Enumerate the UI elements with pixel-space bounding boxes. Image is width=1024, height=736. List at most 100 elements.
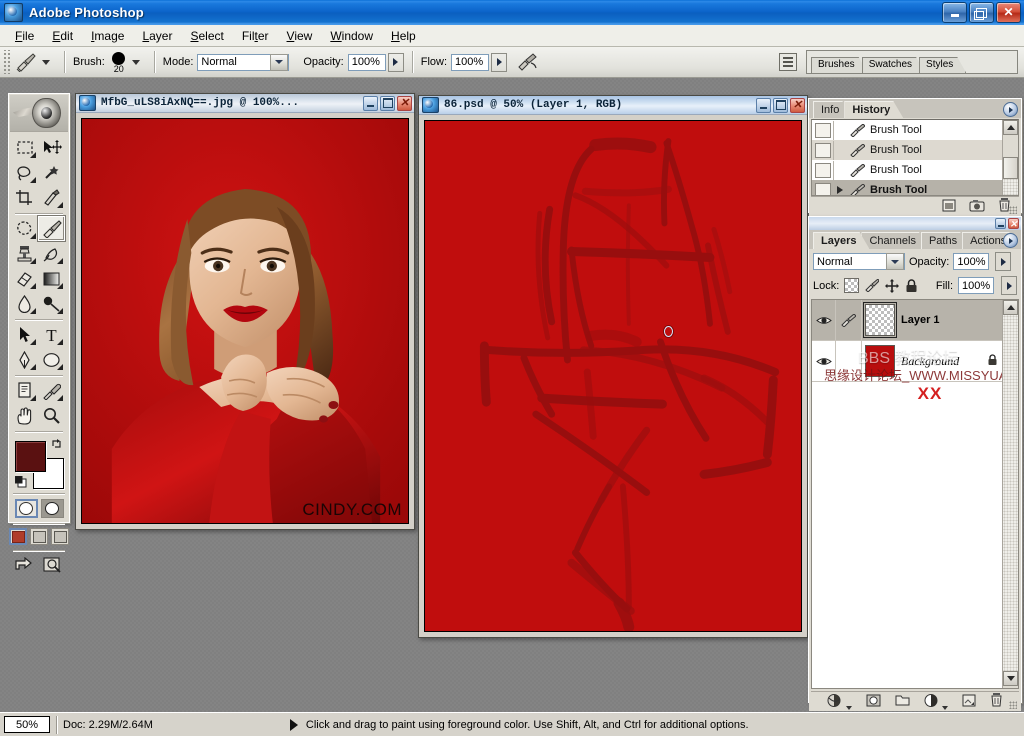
magic-wand-tool-icon[interactable] xyxy=(38,160,65,185)
canvas-frame-photo[interactable]: CINDY.COM xyxy=(81,118,409,524)
document-maximize-button-psd[interactable] xyxy=(773,97,788,113)
minimize-button[interactable] xyxy=(942,2,967,23)
menu-select[interactable]: Select xyxy=(181,27,232,45)
history-scrollbar[interactable] xyxy=(1002,120,1018,195)
close-button[interactable]: ✕ xyxy=(996,2,1021,23)
opacity-input[interactable]: 100% xyxy=(347,53,386,71)
zoom-level-input[interactable]: 50% xyxy=(4,716,50,733)
menu-edit[interactable]: Edit xyxy=(43,27,82,45)
layers-palette-minimize-button[interactable] xyxy=(995,218,1006,229)
layers-palette-menu-icon[interactable] xyxy=(1003,233,1018,248)
notes-tool-icon[interactable] xyxy=(11,378,38,403)
file-browser-icon[interactable] xyxy=(779,53,797,71)
layer-visibility-toggle[interactable] xyxy=(812,300,836,340)
layer-opacity-input[interactable]: 100% xyxy=(953,253,990,270)
hand-tool-icon[interactable] xyxy=(11,403,38,428)
tab-layers[interactable]: Layers xyxy=(813,232,869,249)
document-close-button[interactable]: ✕ xyxy=(397,95,412,111)
history-item[interactable]: Brush Tool xyxy=(812,160,1018,180)
palette-resize-grip[interactable] xyxy=(1009,206,1017,214)
canvas-frame-psd[interactable] xyxy=(424,120,802,632)
shape-tool-icon[interactable] xyxy=(38,347,65,372)
menu-image[interactable]: Image xyxy=(82,27,133,45)
menu-filter[interactable]: Filter xyxy=(233,27,278,45)
layer-style-icon[interactable] xyxy=(827,693,852,710)
history-state-list[interactable]: Brush Tool Brush Tool Brush Tool Brush T… xyxy=(811,119,1019,196)
healing-brush-tool-icon[interactable] xyxy=(11,216,38,241)
well-tab-swatches[interactable]: Swatches xyxy=(862,57,925,73)
full-screen-icon[interactable] xyxy=(51,528,69,545)
new-snapshot-icon[interactable] xyxy=(969,199,985,215)
history-item-current[interactable]: Brush Tool xyxy=(812,180,1018,195)
status-menu-arrow-icon[interactable] xyxy=(289,718,298,731)
blend-mode-select[interactable]: Normal xyxy=(197,53,290,71)
path-selection-tool-icon[interactable] xyxy=(11,322,38,347)
layer-row-background[interactable]: Background xyxy=(812,341,1018,382)
layer-link-cell-background[interactable] xyxy=(836,341,862,381)
layer-fill-slider-arrow-icon[interactable] xyxy=(1001,276,1017,295)
layer-blend-mode-select[interactable]: Normal xyxy=(813,253,905,270)
history-item[interactable]: Brush Tool xyxy=(812,140,1018,160)
document-close-button-psd[interactable]: ✕ xyxy=(790,97,805,113)
history-palette-menu-icon[interactable] xyxy=(1003,102,1018,117)
brush-picker-chevron-icon[interactable] xyxy=(131,59,140,65)
swap-colors-icon[interactable] xyxy=(51,438,62,449)
brush-preview[interactable]: 20 xyxy=(109,51,129,73)
document-minimize-button-psd[interactable] xyxy=(756,97,771,113)
document-title-bar-psd[interactable]: 86.psd @ 50% (Layer 1, RGB) ✕ xyxy=(419,96,807,115)
toolbox-logo-banner[interactable] xyxy=(10,95,68,132)
standard-screen-mode-icon[interactable] xyxy=(9,528,27,545)
lasso-tool-icon[interactable] xyxy=(11,160,38,185)
tool-preset-chevron-icon[interactable] xyxy=(42,59,50,65)
new-layer-icon[interactable] xyxy=(962,694,976,710)
quick-mask-mode-icon[interactable] xyxy=(40,499,64,518)
menu-layer[interactable]: Layer xyxy=(133,27,181,45)
menu-view[interactable]: View xyxy=(278,27,322,45)
new-group-icon[interactable] xyxy=(895,694,910,709)
history-brush-tool-icon[interactable] xyxy=(38,241,65,266)
photo-image-canvas[interactable] xyxy=(82,119,408,523)
lock-transparent-pixels-icon[interactable] xyxy=(844,278,860,293)
airbrush-toggle-icon[interactable] xyxy=(517,52,539,72)
slice-tool-icon[interactable] xyxy=(38,185,65,210)
new-document-from-state-icon[interactable] xyxy=(942,199,956,215)
well-tab-brushes[interactable]: Brushes xyxy=(811,57,868,73)
eraser-tool-icon[interactable] xyxy=(11,266,38,291)
document-window-psd[interactable]: 86.psd @ 50% (Layer 1, RGB) ✕ xyxy=(418,95,808,638)
history-snapshot-cell[interactable] xyxy=(812,140,834,160)
layers-palette-title-bar[interactable]: ✕ xyxy=(809,217,1021,230)
delete-layer-icon[interactable] xyxy=(990,693,1003,710)
layers-palette-resize-grip[interactable] xyxy=(1009,701,1017,709)
menu-window[interactable]: Window xyxy=(321,27,382,45)
layer-link-cell[interactable] xyxy=(836,300,862,340)
menu-help[interactable]: Help xyxy=(382,27,425,45)
document-minimize-button[interactable] xyxy=(363,95,378,111)
scroll-thumb[interactable] xyxy=(1003,157,1018,179)
blend-mode-chevron-down-icon[interactable] xyxy=(270,53,289,71)
new-adjustment-layer-icon[interactable] xyxy=(924,693,948,710)
document-size-info[interactable]: Doc: 2.29M/2.64M xyxy=(63,719,153,731)
layer-thumbnail-layer1[interactable] xyxy=(863,302,897,338)
sketch-canvas[interactable] xyxy=(425,121,801,631)
lock-image-pixels-icon[interactable] xyxy=(864,279,879,293)
opacity-slider-arrow-icon[interactable] xyxy=(387,52,404,72)
layers-palette-close-button[interactable]: ✕ xyxy=(1008,218,1019,229)
blur-tool-icon[interactable] xyxy=(11,291,38,316)
scroll-track[interactable] xyxy=(1003,157,1018,195)
brush-tool-icon[interactable] xyxy=(38,216,65,241)
layers-scroll-down-icon[interactable] xyxy=(1003,671,1018,686)
tab-history[interactable]: History xyxy=(844,101,903,118)
history-snapshot-cell[interactable] xyxy=(812,180,834,195)
options-bar-grip[interactable] xyxy=(2,50,10,74)
history-snapshot-cell[interactable] xyxy=(812,160,834,180)
crop-tool-icon[interactable] xyxy=(11,185,38,210)
layer-thumbnail-background[interactable] xyxy=(865,345,895,377)
layer-fill-input[interactable]: 100% xyxy=(958,277,994,294)
layers-list[interactable]: Layer 1 Background BBS 教程论坛 思缘设计论坛_WWW.M… xyxy=(811,299,1019,689)
zoom-tool-icon[interactable] xyxy=(38,403,65,428)
marquee-tool-icon[interactable] xyxy=(11,135,38,160)
document-title-bar-photo[interactable]: MfbG_uLS8iAxNQ==.jpg @ 100%... ✕ xyxy=(76,94,414,113)
clone-stamp-tool-icon[interactable] xyxy=(11,241,38,266)
layer-row-layer1[interactable]: Layer 1 xyxy=(812,300,1018,341)
tab-channels[interactable]: Channels xyxy=(861,232,928,249)
